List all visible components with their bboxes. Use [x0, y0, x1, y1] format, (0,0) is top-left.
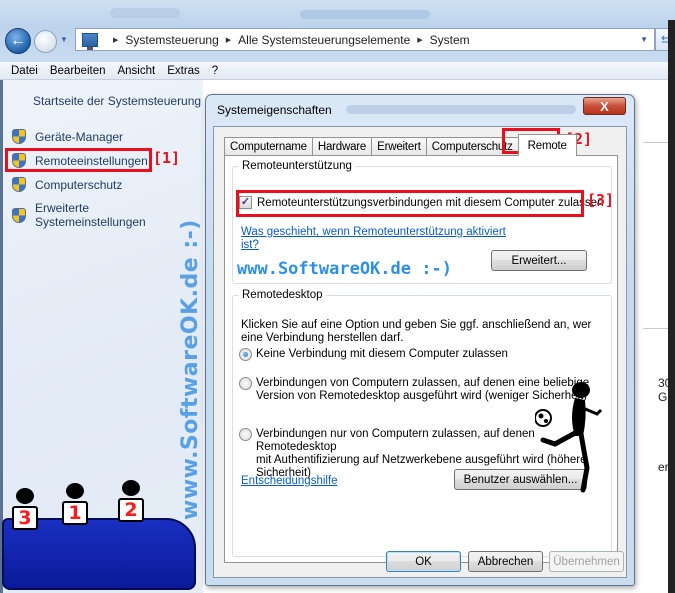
tab-strip: Computername Hardware Erweitert Computer…: [224, 134, 577, 156]
menu-extras[interactable]: Extras: [167, 65, 200, 77]
watermark-vertical: www.SoftwareOK.de :-): [178, 219, 203, 520]
title-blur: [300, 10, 430, 19]
tab-erweitert[interactable]: Erweitert: [371, 137, 427, 156]
kid-head: [122, 480, 140, 496]
remote-assistance-help-link[interactable]: Was geschieht, wenn Remoteunterstützung …: [241, 226, 506, 252]
remote-desktop-legend: Remotedesktop: [242, 289, 323, 301]
kid-head: [16, 488, 34, 504]
link-line: Was geschieht, wenn Remoteunterstützung …: [241, 226, 506, 238]
highlight-box-1: [5, 148, 152, 172]
apply-button[interactable]: Übernehmen: [549, 551, 624, 572]
highlight-box-3: [236, 190, 584, 217]
radio-no-connection[interactable]: Keine Verbindung mit diesem Computer zul…: [239, 348, 508, 361]
window-edge: [668, 20, 675, 593]
advanced-button[interactable]: Erweitert...: [491, 250, 587, 271]
address-dropdown-icon[interactable]: ▼: [640, 35, 648, 44]
breadcrumb-separator-icon[interactable]: ▶: [113, 36, 118, 44]
breadcrumb-alle-elemente[interactable]: Alle Systemsteuerungselemente: [238, 33, 410, 47]
radio-button[interactable]: [239, 348, 252, 361]
task-geraete-manager[interactable]: Geräte-Manager: [12, 129, 123, 144]
tab-remote[interactable]: Remote: [517, 134, 577, 156]
tab-computername[interactable]: Computername: [224, 137, 313, 156]
link-line: ist?: [241, 239, 259, 251]
cancel-button[interactable]: Abbrechen: [468, 551, 543, 572]
close-icon: X: [600, 98, 609, 114]
soccer-ball-icon: [535, 409, 552, 427]
radio-label: Keine Verbindung mit diesem Computer zul…: [256, 348, 508, 360]
menu-datei[interactable]: Datei: [11, 65, 38, 77]
description-line: eine Verbindung herstellen darf.: [241, 332, 404, 344]
decision-help-link[interactable]: Entscheidungshilfe: [241, 475, 338, 488]
soccer-kid-illustration: [535, 382, 603, 493]
task-erweiterte-systemeinstellungen[interactable]: Erweiterte Systemeinstellungen: [12, 201, 203, 229]
remote-desktop-description: Klicken Sie auf eine Option und geben Si…: [241, 319, 591, 345]
score-card: 2: [118, 498, 144, 522]
history-dropdown[interactable]: ▼: [60, 35, 68, 44]
task-label: Geräte-Manager: [35, 129, 124, 144]
watermark-horizontal: www.SoftwareOK.de :-): [237, 259, 452, 279]
remote-assistance-legend: Remoteunterstützung: [242, 160, 352, 172]
tab-hardware[interactable]: Hardware: [311, 137, 373, 156]
close-button[interactable]: X: [583, 97, 626, 115]
breadcrumb-separator-icon[interactable]: ▶: [417, 36, 422, 44]
score-card: 1: [62, 501, 88, 525]
score-card: 3: [12, 506, 38, 530]
annotation-marker-3: [3]: [587, 191, 615, 209]
menu-bar: Datei Bearbeiten Ansicht Extras ?: [0, 62, 675, 80]
computer-icon: [82, 32, 98, 50]
task-label: Computerschutz: [35, 177, 123, 192]
back-arrow-icon: ←: [10, 32, 26, 49]
menu-bearbeiten[interactable]: Bearbeiten: [50, 65, 106, 77]
system-properties-dialog: Systemeigenschaften X Computername Hardw…: [205, 94, 635, 586]
chevron-down-icon: ▼: [60, 35, 68, 44]
back-button[interactable]: ←: [5, 28, 31, 54]
breadcrumb-system[interactable]: System: [430, 33, 470, 47]
description-line: Klicken Sie auf eine Option und geben Si…: [241, 319, 592, 331]
shield-icon: [12, 207, 26, 223]
annotation-marker-1: [1]: [153, 149, 181, 167]
radio-button[interactable]: [239, 428, 252, 441]
control-panel-home-link[interactable]: Startseite der Systemsteuerung: [33, 94, 201, 108]
shield-icon: [12, 177, 26, 192]
dialog-title: Systemeigenschaften: [217, 103, 332, 117]
forward-button[interactable]: [34, 30, 57, 53]
address-bar[interactable]: ▶ Systemsteuerung ▶ Alle Systemsteuerung…: [75, 28, 655, 51]
window-chrome: ← ▼ ▶ Systemsteuerung ▶ Alle Systemsteue…: [0, 0, 675, 62]
radio-button[interactable]: [239, 377, 252, 390]
task-computerschutz[interactable]: Computerschutz: [12, 177, 122, 192]
title-blur: [346, 105, 576, 114]
menu-help[interactable]: ?: [212, 65, 218, 77]
ok-button[interactable]: OK: [386, 551, 461, 572]
shield-icon: [12, 129, 26, 144]
breadcrumb-separator-icon[interactable]: ▶: [226, 36, 231, 44]
menu-ansicht[interactable]: Ansicht: [117, 65, 155, 77]
kid-head: [66, 483, 84, 499]
title-blur: [110, 8, 180, 18]
breadcrumb-systemsteuerung[interactable]: Systemsteuerung: [125, 33, 218, 47]
